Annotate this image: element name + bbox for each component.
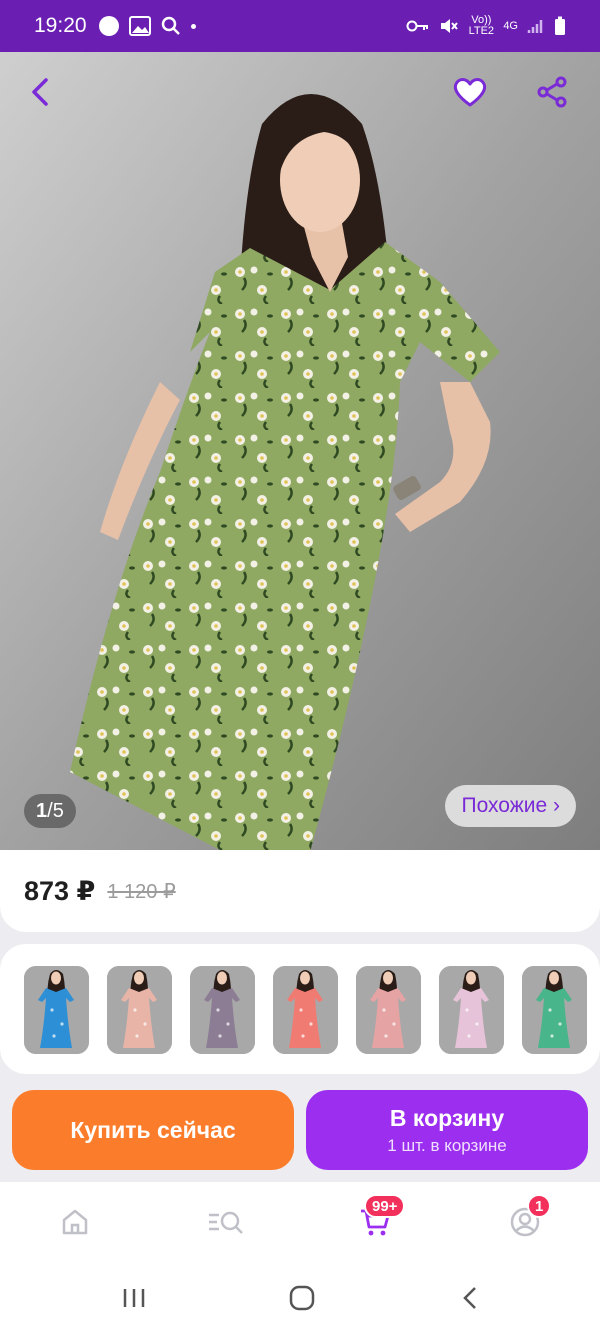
product-image [0, 52, 600, 850]
color-variants-card [0, 944, 600, 1074]
variant-thumbnail[interactable] [273, 966, 338, 1054]
similar-button[interactable]: Похожие › [445, 785, 576, 827]
signal-icon [527, 20, 543, 33]
variant-image [107, 966, 172, 1054]
product-photo[interactable]: 1 / 5 Похожие › [0, 52, 600, 850]
bottom-tab-bar: 99+ 1 [0, 1182, 600, 1264]
catalog-search-icon [209, 1211, 243, 1234]
cart-button-label: В корзину [389, 1104, 505, 1131]
variant-image [522, 966, 587, 1054]
variant-thumbnail[interactable] [356, 966, 421, 1054]
image-counter: 1 / 5 [24, 794, 76, 828]
variant-image [439, 966, 504, 1054]
share-icon [537, 76, 567, 108]
battery-icon [555, 16, 565, 35]
variant-thumbnails [24, 966, 587, 1054]
search-notification-icon [161, 16, 180, 35]
recent-apps-button[interactable] [110, 1278, 158, 1318]
variant-thumbnail[interactable] [439, 966, 504, 1054]
vpn-key-icon [406, 20, 429, 32]
home-icon [62, 1209, 88, 1235]
notification-circle-icon [98, 16, 119, 36]
variant-thumbnail[interactable] [522, 966, 587, 1054]
chevron-left-icon [32, 78, 48, 106]
network-label: 4G [503, 20, 518, 32]
buy-now-button[interactable]: Купить сейчас [12, 1090, 294, 1170]
variant-image [356, 966, 421, 1054]
counter-current: 1 [36, 799, 48, 822]
current-price: 873 ₽ [24, 875, 96, 906]
status-left-icons [98, 16, 196, 36]
status-bar: 19:20 Vo)) LTE2 4G [0, 0, 600, 52]
status-right-icons: Vo)) LTE2 4G [406, 15, 566, 37]
cart-button-sublabel: 1 шт. в корзине [387, 1135, 507, 1155]
status-time: 19:20 [34, 14, 87, 37]
variant-thumbnail[interactable] [107, 966, 172, 1054]
counter-total: 5 [52, 799, 64, 822]
variant-image [24, 966, 89, 1054]
back-button[interactable] [16, 68, 64, 116]
tab-home[interactable] [51, 1200, 99, 1244]
price-card: 873 ₽ 1 120 ₽ [0, 850, 600, 932]
share-button[interactable] [528, 68, 576, 116]
home-circle-icon [289, 1285, 315, 1311]
add-to-cart-button[interactable]: В корзину 1 шт. в корзине [306, 1090, 588, 1170]
recent-apps-icon [123, 1289, 145, 1307]
gallery-icon [128, 16, 151, 36]
tab-catalog[interactable] [201, 1200, 249, 1244]
favorite-button[interactable] [446, 68, 494, 116]
more-notifications-dot [190, 23, 196, 29]
cart-count-badge: 99+ [364, 1194, 406, 1218]
product-screen: 19:20 Vo)) LTE2 4G 1 / 5 Похожие › 873 ₽… [0, 0, 600, 1332]
system-navigation-bar [0, 1264, 600, 1332]
variant-thumbnail[interactable] [190, 966, 255, 1054]
variant-image [190, 966, 255, 1054]
old-price: 1 120 ₽ [107, 880, 176, 903]
mute-icon [441, 19, 459, 33]
back-system-button[interactable] [446, 1278, 494, 1318]
back-arrow-icon [463, 1287, 476, 1309]
variant-image [273, 966, 338, 1054]
home-system-button[interactable] [278, 1278, 326, 1318]
volte-label: Vo)) LTE2 [468, 14, 495, 37]
action-bar: Купить сейчас В корзину 1 шт. в корзине [0, 1074, 600, 1182]
variant-thumbnail[interactable] [24, 966, 89, 1054]
heart-icon [453, 78, 487, 107]
